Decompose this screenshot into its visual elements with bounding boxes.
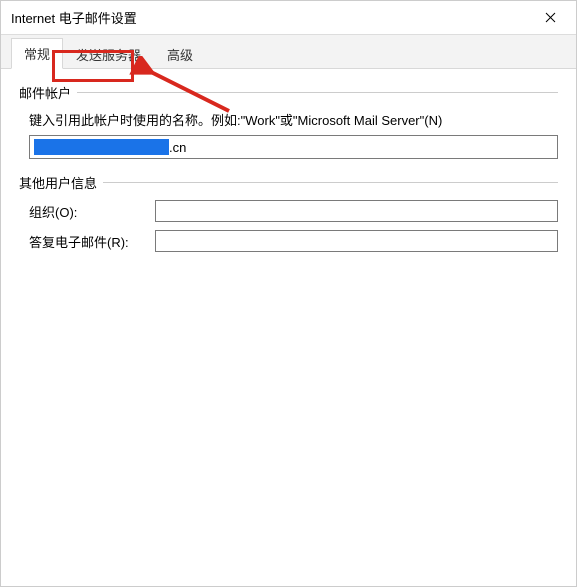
tab-label: 发送服务器 — [76, 48, 141, 63]
tab-content: 邮件帐户 键入引用此帐户时使用的名称。例如:"Work"或"Microsoft … — [1, 69, 576, 288]
group-label-other-user-info: 其他用户信息 — [19, 173, 97, 192]
account-name-input[interactable]: .cn — [29, 135, 558, 159]
tab-general[interactable]: 常规 — [11, 38, 63, 69]
reply-email-input[interactable] — [155, 230, 558, 252]
group-mail-account: 邮件帐户 键入引用此帐户时使用的名称。例如:"Work"或"Microsoft … — [19, 83, 558, 159]
selected-text-fragment — [34, 139, 169, 155]
close-button[interactable] — [528, 3, 572, 33]
group-other-user-info: 其他用户信息 组织(O): 答复电子邮件(R): — [19, 173, 558, 260]
window-title: Internet 电子邮件设置 — [11, 8, 137, 27]
divider — [103, 182, 558, 183]
mail-account-desc: 键入引用此帐户时使用的名称。例如:"Work"或"Microsoft Mail … — [29, 110, 558, 129]
organization-label: 组织(O): — [29, 202, 147, 221]
tab-label: 高级 — [167, 48, 193, 63]
tab-advanced[interactable]: 高级 — [154, 39, 206, 69]
group-label-mail-account: 邮件帐户 — [19, 83, 71, 102]
tab-outgoing-server[interactable]: 发送服务器 — [63, 39, 154, 69]
close-icon — [545, 10, 556, 26]
organization-input[interactable] — [155, 200, 558, 222]
tabbar: 常规 发送服务器 高级 — [1, 35, 576, 69]
reply-email-label: 答复电子邮件(R): — [29, 232, 147, 251]
titlebar: Internet 电子邮件设置 — [1, 1, 576, 35]
account-value-suffix: .cn — [169, 140, 186, 155]
divider — [77, 92, 558, 93]
tab-label: 常规 — [24, 47, 50, 62]
